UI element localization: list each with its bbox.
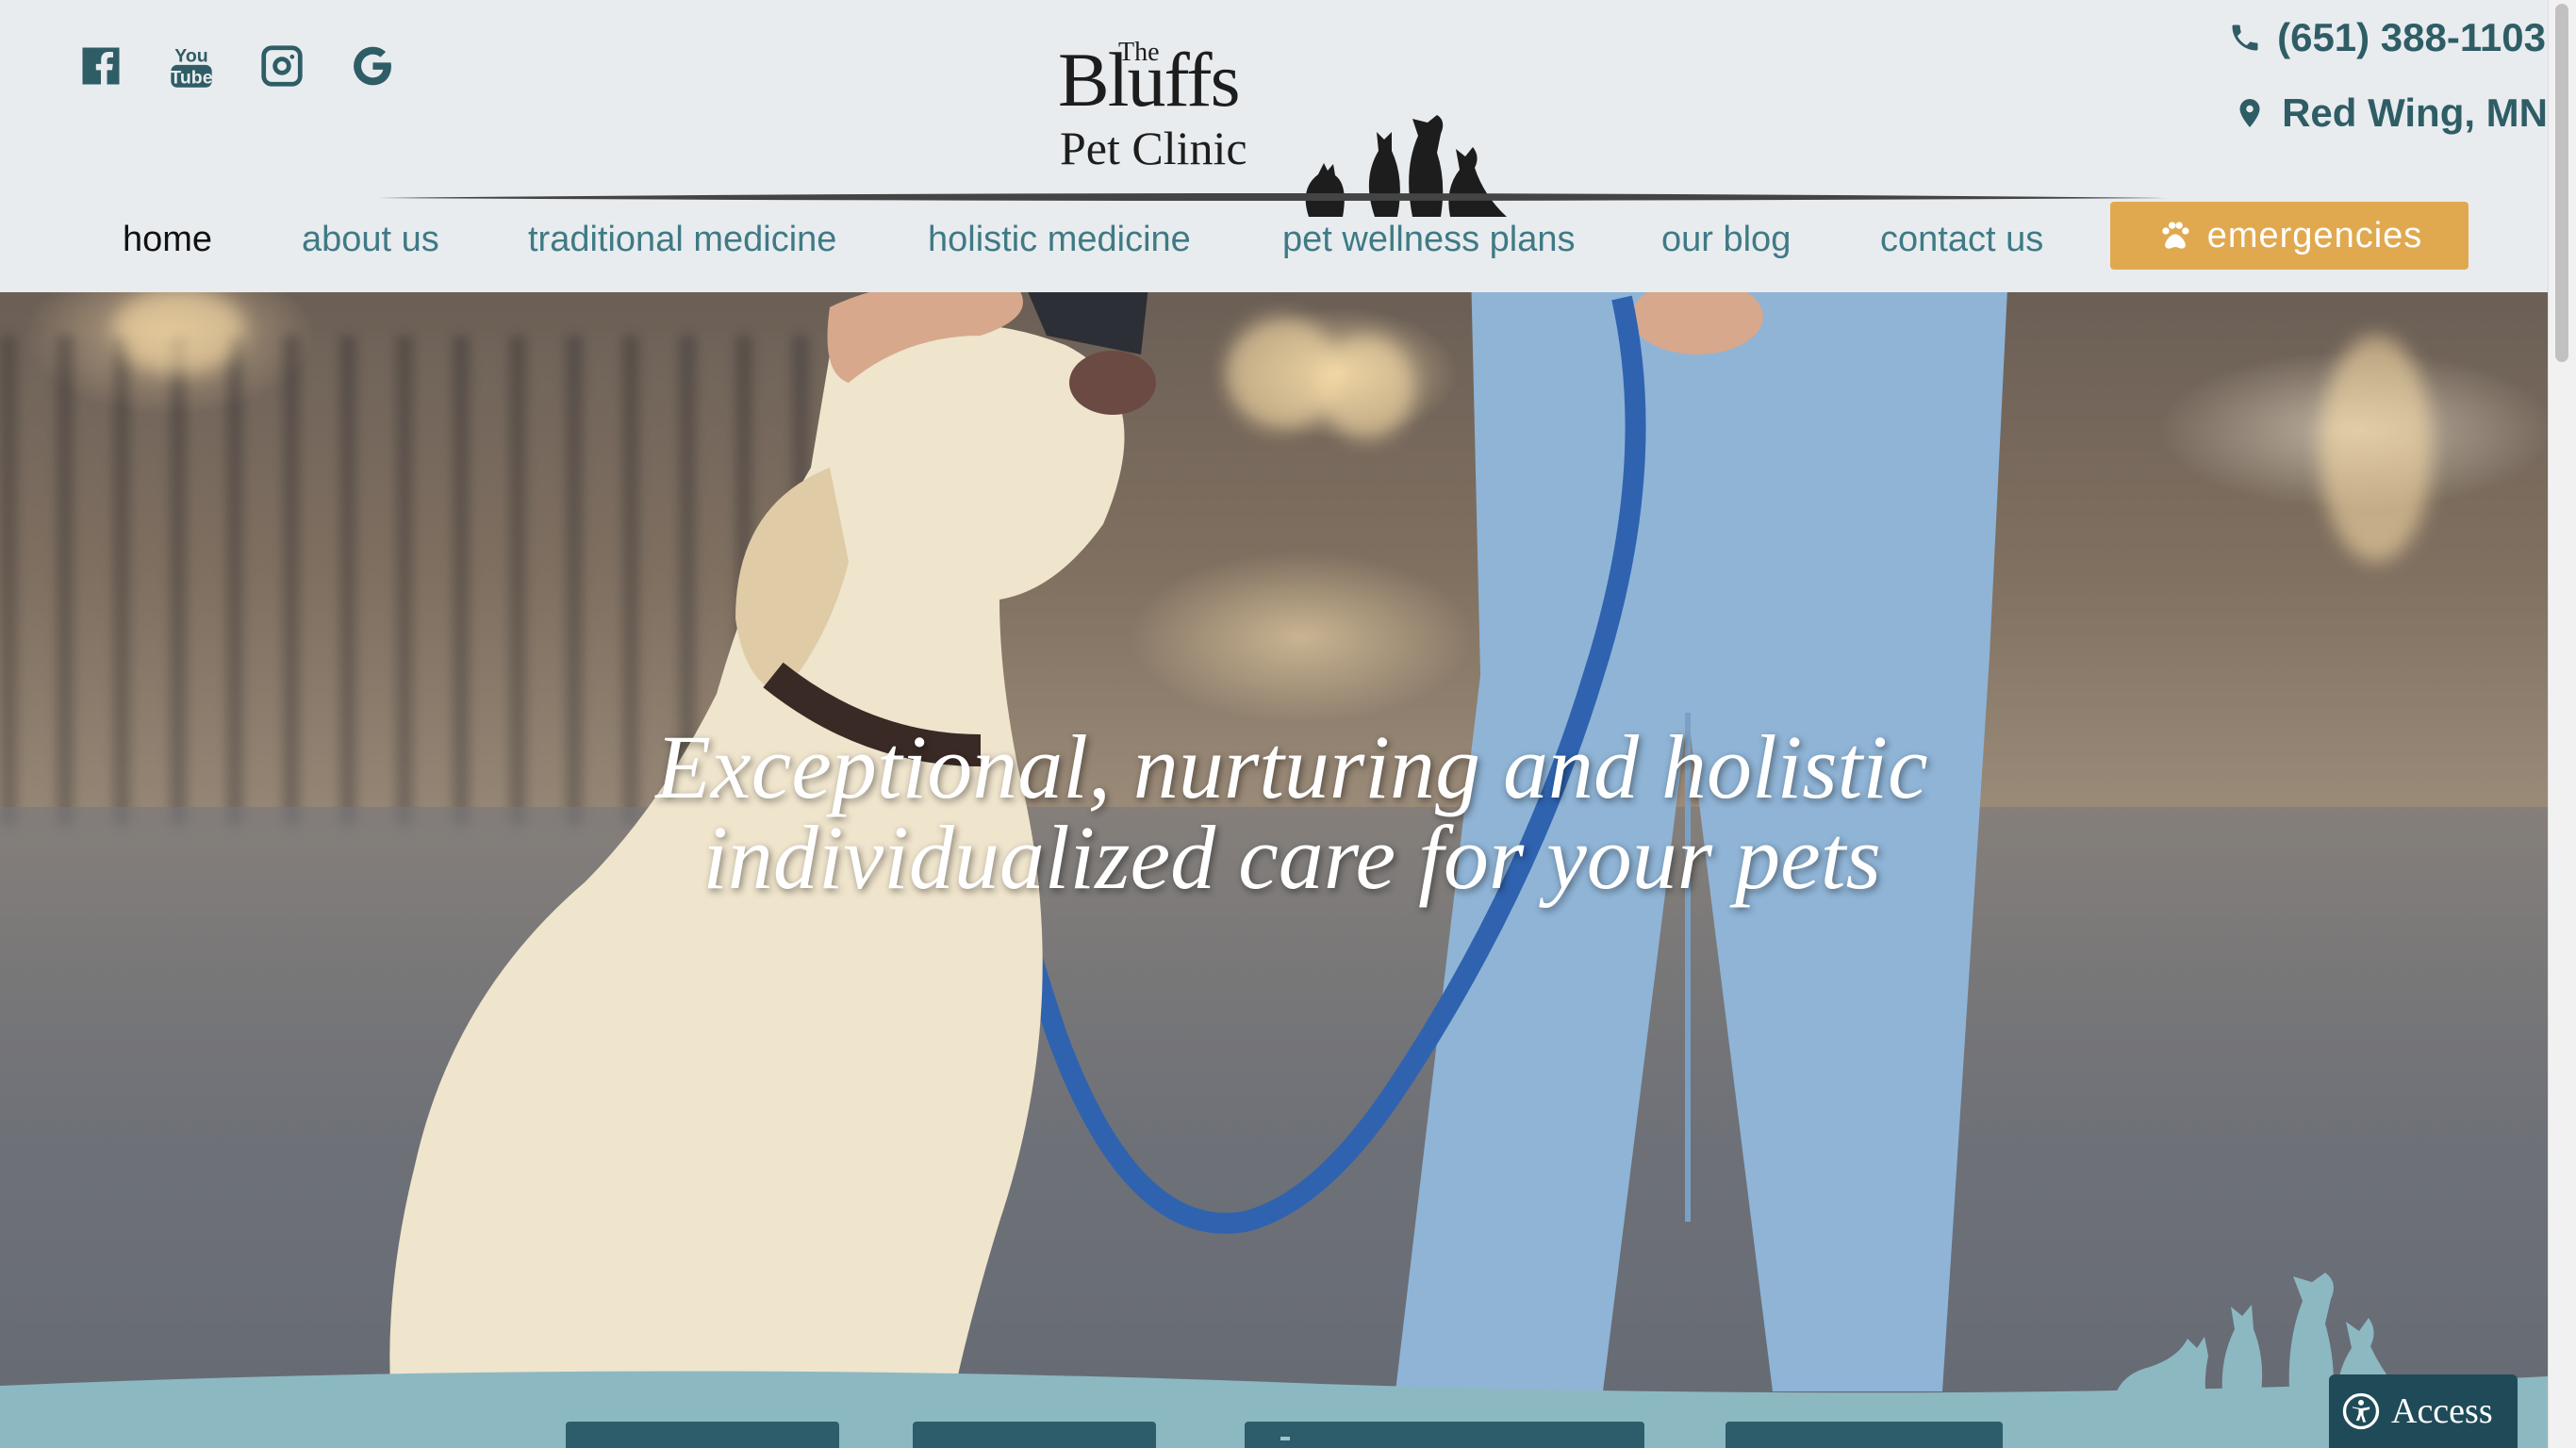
svg-text:You: You	[174, 46, 207, 67]
location-text: Red Wing, MN	[2282, 90, 2548, 135]
feature-tabs	[0, 1422, 2548, 1448]
phone-number: (651) 388-1103	[2277, 15, 2546, 59]
main-nav: home about us traditional medicine holis…	[0, 202, 2548, 277]
nav-traditional-medicine[interactable]: traditional medicine	[528, 202, 836, 277]
tab-decoration	[1280, 1437, 1290, 1440]
phone-link[interactable]: (651) 388-1103	[2076, 9, 2548, 66]
feature-tab[interactable]	[1726, 1422, 2003, 1448]
feature-tab[interactable]	[566, 1422, 839, 1448]
svg-text:Tube: Tube	[170, 67, 212, 88]
accessibility-button[interactable]: Access	[2329, 1374, 2518, 1448]
accessibility-label: Access	[2391, 1391, 2493, 1431]
tagline-line-1: Exceptional, nurturing and holistic	[655, 716, 1928, 817]
clinic-logo[interactable]: Bluffs The Pet Clinic	[1054, 28, 1507, 217]
site-header: You Tube Bluffs The Pet Clinic (651) 388…	[0, 0, 2548, 292]
scrollbar-thumb[interactable]	[2555, 4, 2568, 362]
nav-holistic-medicine[interactable]: holistic medicine	[928, 202, 1191, 277]
instagram-icon[interactable]	[256, 38, 307, 94]
accessibility-icon	[2342, 1392, 2380, 1430]
location-link[interactable]: Red Wing, MN	[2076, 85, 2548, 141]
nav-pet-wellness-plans[interactable]: pet wellness plans	[1282, 202, 1576, 277]
nav-home[interactable]: home	[123, 202, 212, 277]
emergencies-label: emergencies	[2206, 215, 2423, 255]
paw-icon	[2162, 222, 2189, 249]
feature-tab[interactable]	[1245, 1422, 1644, 1448]
page: You Tube Bluffs The Pet Clinic (651) 388…	[0, 0, 2548, 1448]
hero-tagline: Exceptional, nurturing and holistic indi…	[566, 722, 2018, 903]
google-icon[interactable]	[347, 38, 398, 94]
tagline-line-2: individualized care for your pets	[702, 807, 1881, 908]
nav-our-blog[interactable]: our blog	[1661, 202, 1791, 277]
social-links: You Tube	[75, 38, 398, 94]
feature-tab[interactable]	[913, 1422, 1156, 1448]
map-pin-icon	[2239, 99, 2260, 127]
contact-info: (651) 388-1103 Red Wing, MN	[2076, 9, 2548, 141]
facebook-icon[interactable]	[75, 38, 126, 94]
youtube-icon[interactable]: You Tube	[166, 38, 217, 94]
scrollbar[interactable]	[2548, 0, 2576, 1448]
phone-icon	[2232, 25, 2258, 51]
nav-contact-us[interactable]: contact us	[1880, 202, 2043, 277]
emergencies-button[interactable]: emergencies	[2110, 202, 2469, 270]
logo-the-text: The	[1118, 38, 1160, 67]
nav-about-us[interactable]: about us	[302, 202, 439, 277]
